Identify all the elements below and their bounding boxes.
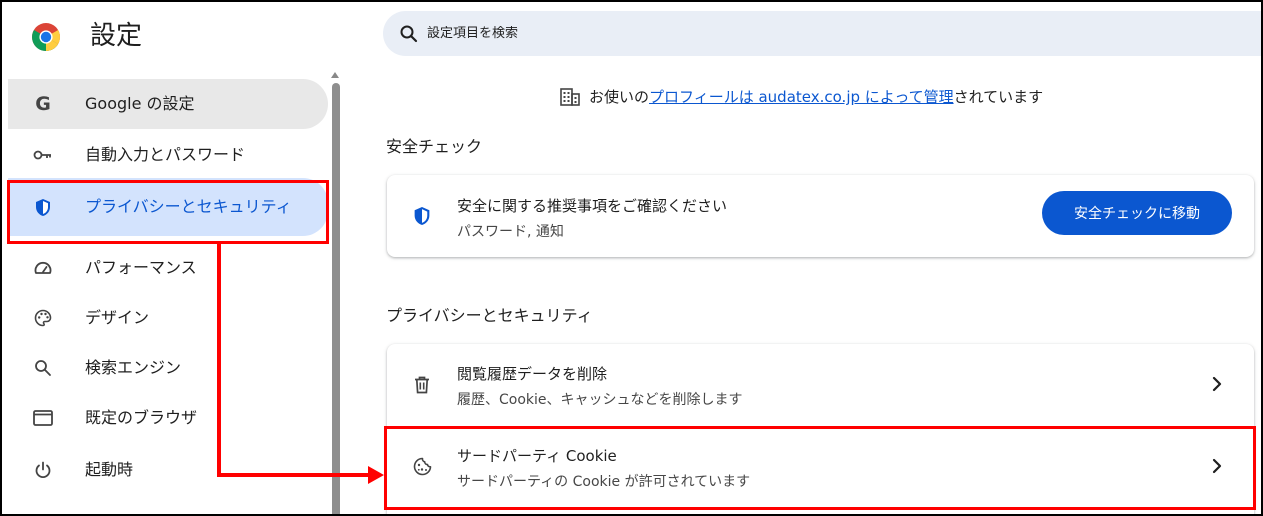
safety-check-heading: 安全チェック (386, 137, 483, 156)
speedometer-icon (32, 257, 54, 279)
palette-icon (32, 307, 54, 329)
sidebar-item-label: 検索エンジン (85, 358, 182, 377)
google-icon: G (35, 93, 51, 115)
chrome-logo-icon (32, 23, 60, 52)
sidebar-item-default-browser[interactable]: 既定のブラウザ (8, 393, 328, 443)
key-icon (32, 144, 54, 166)
go-to-safety-check-button[interactable]: 安全チェックに移動 (1042, 191, 1232, 235)
sidebar-item-label: Google の設定 (85, 94, 195, 113)
trash-icon (411, 374, 433, 396)
clear-browsing-data-row[interactable]: 閲覧履歴データを削除 履歴、Cookie、キャッシュなどを削除します (387, 344, 1254, 426)
sidebar: G Google の設定 自動入力とパスワード プライバシーとセキュリティ パフ… (0, 70, 330, 516)
search-input[interactable] (427, 26, 1127, 41)
privacy-security-heading: プライバシーとセキュリティ (386, 306, 593, 325)
sidebar-item-label: 既定のブラウザ (85, 408, 198, 427)
sidebar-item-appearance[interactable]: デザイン (8, 293, 328, 343)
sidebar-item-label: パフォーマンス (85, 258, 197, 277)
sidebar-item-on-startup[interactable]: 起動時 (8, 445, 328, 495)
sidebar-item-google-settings[interactable]: G Google の設定 (8, 79, 328, 129)
search-bar[interactable] (383, 11, 1263, 56)
annotation-arrow-horizontal (217, 473, 369, 477)
clear-browsing-data-subtitle: 履歴、Cookie、キャッシュなどを削除します (457, 392, 743, 408)
building-icon (560, 87, 580, 106)
power-icon (32, 459, 54, 481)
safety-check-subtitle: パスワード, 通知 (457, 224, 564, 240)
annotation-arrowhead-icon (368, 466, 384, 484)
page-title: 設定 (90, 21, 143, 51)
search-icon (32, 357, 54, 379)
safety-check-title: 安全に関する推奨事項をご確認ください (457, 197, 728, 215)
browser-window-icon (32, 407, 54, 429)
annotation-arrow-vertical (217, 244, 221, 477)
scroll-up-arrow-icon[interactable] (331, 72, 339, 78)
search-icon (400, 25, 418, 42)
sidebar-item-performance[interactable]: パフォーマンス (8, 243, 328, 293)
managed-notice: お使いの プロフィールは audatex.co.jp によって管理 されています (560, 86, 1043, 107)
sidebar-item-autofill[interactable]: 自動入力とパスワード (8, 130, 328, 180)
chevron-right-icon (1212, 376, 1222, 392)
sidebar-item-label: 自動入力とパスワード (85, 145, 246, 164)
sidebar-item-label: デザイン (85, 308, 150, 327)
managed-suffix: されています (953, 88, 1044, 106)
clear-browsing-data-title: 閲覧履歴データを削除 (457, 365, 608, 383)
managed-profile-link[interactable]: プロフィールは audatex.co.jp によって管理 (649, 86, 954, 107)
highlight-third-party-cookies-row (384, 426, 1256, 510)
safety-check-card: 安全に関する推奨事項をご確認ください パスワード, 通知 安全チェックに移動 (387, 175, 1254, 257)
sidebar-scrollbar[interactable] (332, 83, 340, 516)
sidebar-item-search-engine[interactable]: 検索エンジン (8, 343, 328, 393)
shield-icon (411, 205, 433, 227)
highlight-privacy-security-item (7, 180, 329, 244)
managed-prefix: お使いの (589, 88, 650, 106)
